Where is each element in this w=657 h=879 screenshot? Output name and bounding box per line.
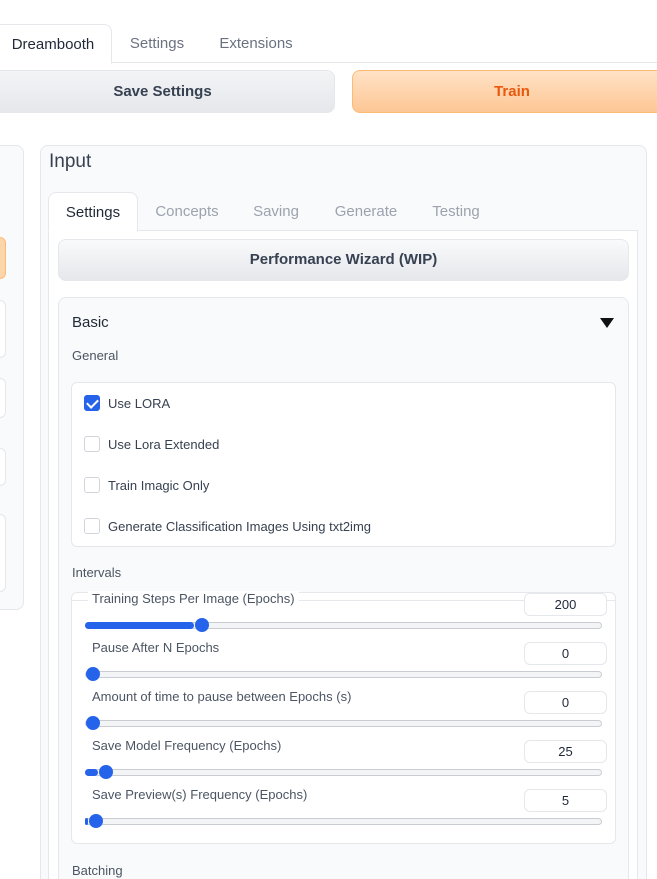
save-settings-button[interactable]: Save Settings — [0, 70, 335, 113]
tab-concepts[interactable]: Concepts — [144, 192, 230, 231]
slider-label: Training Steps Per Image (Epochs) — [88, 591, 299, 606]
slider-label: Pause After N Epochs — [88, 640, 224, 655]
basic-accordion-label[interactable]: Basic — [72, 314, 109, 331]
batching-label: Batching — [72, 863, 123, 878]
top-tab-bar: Dreambooth Settings Extensions — [0, 24, 657, 64]
generate-classification-option[interactable]: Generate Classification Images Using txt… — [84, 517, 371, 535]
pause-after-epochs-input[interactable]: 0 — [524, 642, 607, 665]
tab-generate[interactable]: Generate — [326, 192, 406, 231]
slider-fill — [85, 769, 98, 776]
slider-thumb[interactable] — [194, 618, 209, 632]
performance-wizard-button[interactable]: Performance Wizard (WIP) — [58, 239, 629, 281]
checkbox-label: Train Imagic Only — [108, 477, 210, 493]
checkbox-label: Generate Classification Images Using txt… — [108, 518, 372, 534]
left-panel-field[interactable] — [0, 378, 6, 418]
input-panel-title: Input — [49, 151, 92, 172]
slider-thumb[interactable] — [88, 814, 103, 828]
tab-settings[interactable]: Settings — [118, 24, 196, 63]
train-imagic-only-option[interactable]: Train Imagic Only — [84, 476, 209, 494]
use-lora-extended-option[interactable]: Use Lora Extended — [84, 435, 219, 453]
tab-saving[interactable]: Saving — [244, 192, 308, 231]
slider-thumb[interactable] — [86, 716, 100, 730]
save-model-frequency-input[interactable]: 25 — [524, 740, 607, 763]
pause-after-epochs-slider[interactable] — [85, 671, 602, 678]
slider-thumb[interactable] — [86, 667, 100, 681]
general-label: General — [72, 348, 119, 363]
save-preview-frequency-slider[interactable] — [85, 818, 602, 825]
intervals-label: Intervals — [72, 565, 122, 580]
left-panel-field[interactable] — [0, 514, 6, 592]
checkbox-label: Use Lora Extended — [108, 436, 220, 452]
pause-time-slider[interactable] — [85, 720, 602, 727]
slider-fill — [85, 818, 88, 825]
input-tab-bar: Settings Concepts Saving Generate Testin… — [48, 192, 638, 232]
slider-label: Save Preview(s) Frequency (Epochs) — [88, 787, 312, 802]
collapse-triangle-icon[interactable] — [600, 318, 614, 328]
slider-label: Save Model Frequency (Epochs) — [88, 738, 286, 753]
tab-divider — [137, 230, 638, 231]
train-button[interactable]: Train — [352, 70, 657, 113]
tab-dreambooth[interactable]: Dreambooth — [0, 24, 112, 64]
tab-extensions[interactable]: Extensions — [208, 24, 304, 63]
left-panel-button[interactable] — [0, 237, 6, 279]
save-model-frequency-slider[interactable] — [85, 769, 602, 776]
left-panel-field[interactable] — [0, 448, 6, 486]
slider-thumb[interactable] — [98, 765, 113, 779]
use-lora-checkbox[interactable] — [84, 395, 100, 411]
save-preview-frequency-input[interactable]: 5 — [524, 789, 607, 812]
use-lora-option[interactable]: Use LORA — [84, 394, 170, 412]
tab-input-settings[interactable]: Settings — [48, 192, 138, 232]
left-panel-field[interactable] — [0, 300, 6, 358]
use-lora-extended-checkbox[interactable] — [84, 436, 100, 452]
train-imagic-only-checkbox[interactable] — [84, 477, 100, 493]
slider-label: Amount of time to pause between Epochs (… — [88, 689, 356, 704]
checkbox-label: Use LORA — [108, 395, 171, 411]
slider-fill — [85, 622, 194, 629]
training-steps-input[interactable]: 200 — [524, 593, 607, 616]
generate-classification-checkbox[interactable] — [84, 518, 100, 534]
pause-time-input[interactable]: 0 — [524, 691, 607, 714]
tab-testing[interactable]: Testing — [422, 192, 490, 231]
